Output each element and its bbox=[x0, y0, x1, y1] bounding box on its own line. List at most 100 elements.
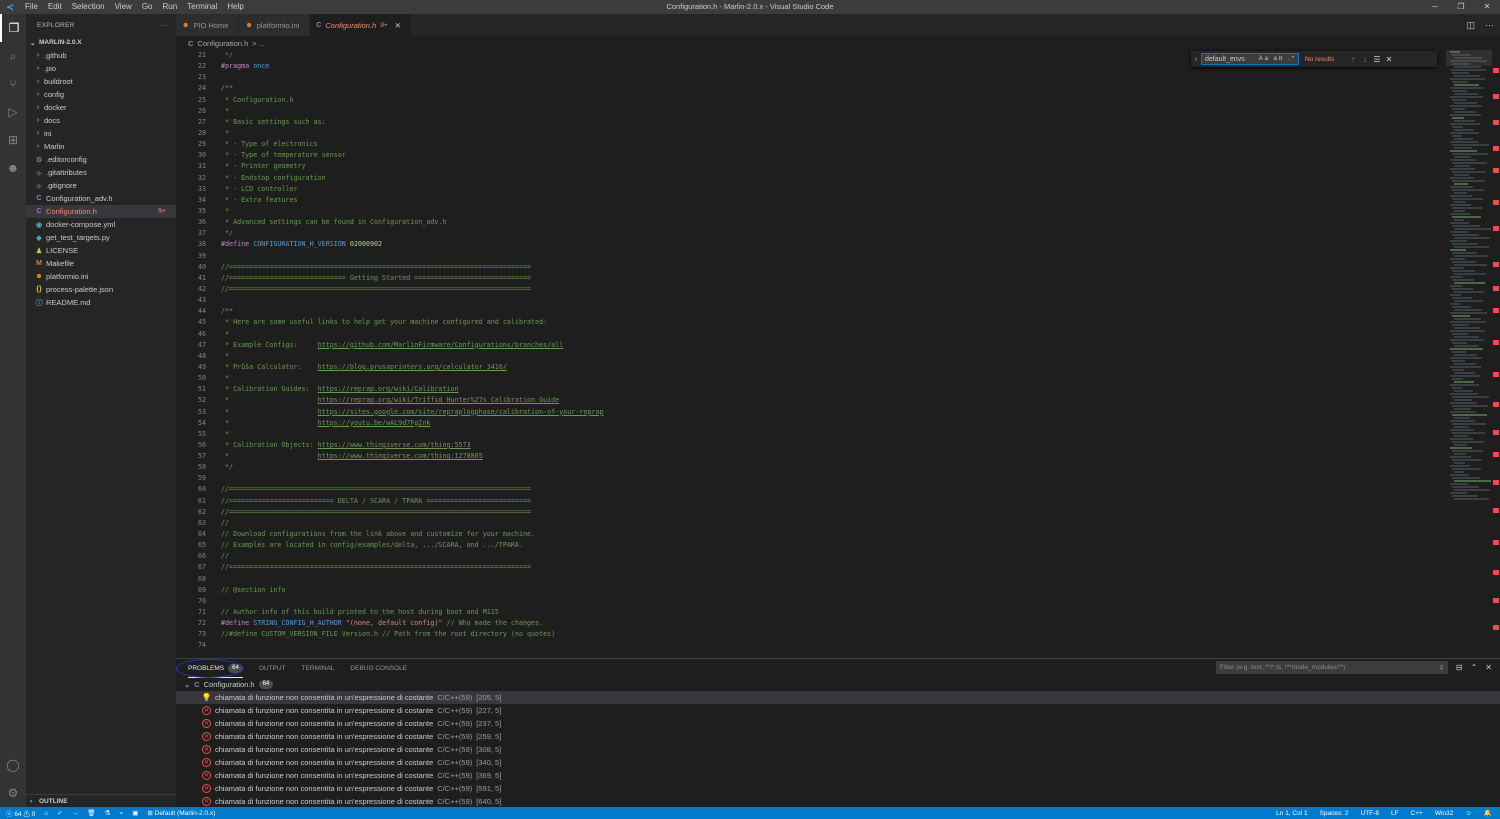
line-ending[interactable]: LF bbox=[1391, 810, 1399, 817]
indentation[interactable]: Spaces: 2 bbox=[1320, 810, 1349, 817]
pio-build-icon[interactable]: ✓ bbox=[57, 809, 62, 817]
code-editor[interactable]: 21 */22 #pragma once 23 24/** 25 * Configura… bbox=[176, 50, 1446, 652]
platformio-icon[interactable]: ☻ bbox=[0, 154, 26, 182]
code-link[interactable]: https://github.com/MarlinFirmware/Config… bbox=[318, 341, 564, 349]
file-item[interactable]: ◆ .gitattributes bbox=[26, 166, 176, 179]
pio-home-icon[interactable]: ⌂ bbox=[44, 810, 48, 817]
file-item[interactable]: ◆ .gitignore bbox=[26, 179, 176, 192]
tab-output[interactable]: OUTPUT bbox=[259, 659, 286, 678]
problems-filter-input[interactable]: Filter (e.g. text, **/*.ts, !**/node_mod… bbox=[1215, 661, 1448, 674]
close-panel-icon[interactable]: ✕ bbox=[1485, 663, 1492, 672]
breadcrumb-file[interactable]: Configuration.h bbox=[197, 39, 248, 48]
menu-help[interactable]: Help bbox=[222, 0, 248, 14]
problem-item[interactable]: ✕ chiamata di funzione non consentita in … bbox=[176, 717, 1500, 730]
folder-item[interactable]: › docker bbox=[26, 101, 176, 114]
problem-item[interactable]: ✕ chiamata di funzione non consentita in … bbox=[176, 756, 1500, 769]
more-actions-icon[interactable]: ··· bbox=[161, 22, 168, 29]
menu-go[interactable]: Go bbox=[137, 0, 158, 14]
more-editor-actions-icon[interactable]: ··· bbox=[1485, 20, 1494, 30]
notifications-icon[interactable]: 🔔 bbox=[1484, 809, 1492, 817]
filter-icon[interactable]: ⊽ bbox=[1439, 664, 1444, 672]
next-match-icon[interactable]: ↓ bbox=[1359, 55, 1371, 64]
toggle-replace-icon[interactable]: › bbox=[1191, 56, 1201, 63]
account-icon[interactable]: ◯ bbox=[0, 751, 26, 779]
file-item[interactable]: ◉ docker-compose.yml bbox=[26, 218, 176, 231]
file-item[interactable]: ☻ platformio.ini bbox=[26, 270, 176, 283]
code-link[interactable]: https://blog.prusaprinters.org/calculato… bbox=[318, 363, 507, 371]
pio-terminal-icon[interactable]: ▣ bbox=[132, 809, 138, 817]
tab-platformio-ini[interactable]: ☻ platformio.ini bbox=[239, 14, 311, 36]
menu-terminal[interactable]: Terminal bbox=[182, 0, 222, 14]
menu-edit[interactable]: Edit bbox=[43, 0, 67, 14]
file-item[interactable]: ♟ LICENSE bbox=[26, 244, 176, 257]
explorer-icon[interactable]: ❐ bbox=[0, 14, 26, 42]
problem-item[interactable]: ✕ chiamata di funzione non consentita in … bbox=[176, 782, 1500, 795]
search-icon[interactable]: ⌕ bbox=[0, 42, 26, 70]
code-link[interactable]: https://sites.google.com/site/repraplogp… bbox=[318, 408, 604, 416]
code-link[interactable]: https://youtu.be/wAL9d7FgInk bbox=[318, 419, 431, 427]
code-link[interactable]: https://www.thingiverse.com/thing:5573 bbox=[318, 441, 471, 449]
problems-file-group[interactable]: ⌄ C Configuration.h 64 bbox=[176, 678, 1500, 691]
code-link[interactable]: https://reprap.org/wiki/Calibration bbox=[318, 385, 459, 393]
tab-pio-home[interactable]: ☻ PIO Home bbox=[176, 14, 240, 36]
file-item[interactable]: M Makefile bbox=[26, 257, 176, 270]
folder-item[interactable]: › Marlin bbox=[26, 140, 176, 153]
find-input[interactable]: default_envs Aa ab .* bbox=[1201, 53, 1299, 65]
folder-item[interactable]: › docs bbox=[26, 114, 176, 127]
code-link[interactable]: https://reprap.org/wiki/Triffid_Hunter%2… bbox=[318, 396, 560, 404]
code-link[interactable]: https://www.thingiverse.com/thing:127886… bbox=[318, 452, 483, 460]
file-item[interactable]: ◆ get_test_targets.py bbox=[26, 231, 176, 244]
pio-clean-icon[interactable]: 🗑 bbox=[87, 809, 95, 817]
problem-item[interactable]: ✕ chiamata di funzione non consentita in … bbox=[176, 704, 1500, 717]
folder-item[interactable]: › config bbox=[26, 88, 176, 101]
outline-section[interactable]: › OUTLINE bbox=[26, 794, 176, 807]
file-item[interactable]: ⚙ .editorconfig bbox=[26, 153, 176, 166]
problem-item[interactable]: ✕ chiamata di funzione non consentita in … bbox=[176, 743, 1500, 756]
close-tab-icon[interactable]: ✕ bbox=[395, 21, 401, 30]
pio-test-icon[interactable]: ⚗ bbox=[104, 809, 110, 817]
file-item[interactable]: ⓘ README.md bbox=[26, 296, 176, 309]
language-mode[interactable]: C++ bbox=[1411, 810, 1423, 817]
editor-scrollbar[interactable] bbox=[1492, 50, 1500, 652]
problem-item[interactable]: ✕ chiamata di funzione non consentita in … bbox=[176, 730, 1500, 743]
encoding[interactable]: UTF-8 bbox=[1361, 810, 1379, 817]
problem-item[interactable]: ✕ chiamata di funzione non consentita in … bbox=[176, 769, 1500, 782]
folder-item[interactable]: › .github bbox=[26, 49, 176, 62]
previous-match-icon[interactable]: ↑ bbox=[1347, 55, 1359, 64]
find-in-selection-icon[interactable]: ☰ bbox=[1371, 55, 1383, 64]
tab-problems[interactable]: PROBLEMS 64 bbox=[188, 659, 243, 678]
menu-view[interactable]: View bbox=[110, 0, 137, 14]
restore-icon[interactable]: ❐ bbox=[1448, 0, 1474, 14]
tab-debug-console[interactable]: DEBUG CONSOLE bbox=[350, 659, 407, 678]
maximize-panel-icon[interactable]: ⌃ bbox=[1471, 663, 1478, 672]
split-editor-icon[interactable]: ◫ bbox=[1466, 20, 1475, 31]
folder-item[interactable]: › buildroot bbox=[26, 75, 176, 88]
tab-configuration-h[interactable]: C Configuration.h 9+ ✕ bbox=[310, 14, 412, 36]
minimap[interactable] bbox=[1446, 50, 1492, 652]
tab-terminal[interactable]: TERMINAL bbox=[302, 659, 335, 678]
minimap-viewport[interactable] bbox=[1446, 50, 1492, 66]
workspace-root[interactable]: ⌄ MARLIN-2.0.X bbox=[26, 36, 176, 49]
close-find-icon[interactable]: ✕ bbox=[1383, 55, 1395, 64]
close-window-icon[interactable]: ✕ bbox=[1474, 0, 1500, 14]
menu-file[interactable]: File bbox=[20, 0, 43, 14]
folder-item[interactable]: › .pio bbox=[26, 62, 176, 75]
problem-item[interactable]: 💡 chiamata di funzione non consentita in … bbox=[176, 691, 1500, 704]
file-item[interactable]: C Configuration.h 9+ bbox=[26, 205, 176, 218]
problems-status[interactable]: ⓧ 64 ⚠ 0 bbox=[6, 808, 35, 818]
minimize-icon[interactable]: ─ bbox=[1422, 0, 1448, 14]
extensions-icon[interactable]: ⊞ bbox=[0, 126, 26, 154]
pio-upload-icon[interactable]: → bbox=[72, 810, 79, 817]
file-item[interactable]: {} process-palette.json bbox=[26, 283, 176, 296]
menu-run[interactable]: Run bbox=[157, 0, 182, 14]
collapse-all-icon[interactable]: ⊟ bbox=[1456, 663, 1463, 672]
pio-serial-monitor-icon[interactable]: ⌁ bbox=[119, 809, 123, 817]
find-options[interactable]: Aa ab .* bbox=[1259, 56, 1298, 62]
run-debug-icon[interactable]: ▷ bbox=[0, 98, 26, 126]
file-item[interactable]: C Configuration_adv.h bbox=[26, 192, 176, 205]
menu-selection[interactable]: Selection bbox=[67, 0, 110, 14]
pio-env-selector[interactable]: ⊞ Default (Marlin-2.0.x) bbox=[147, 809, 215, 817]
source-control-icon[interactable]: ⑂ bbox=[0, 70, 26, 98]
settings-gear-icon[interactable]: ⚙ bbox=[0, 779, 26, 807]
feedback-icon[interactable]: ☺ bbox=[1465, 810, 1472, 817]
